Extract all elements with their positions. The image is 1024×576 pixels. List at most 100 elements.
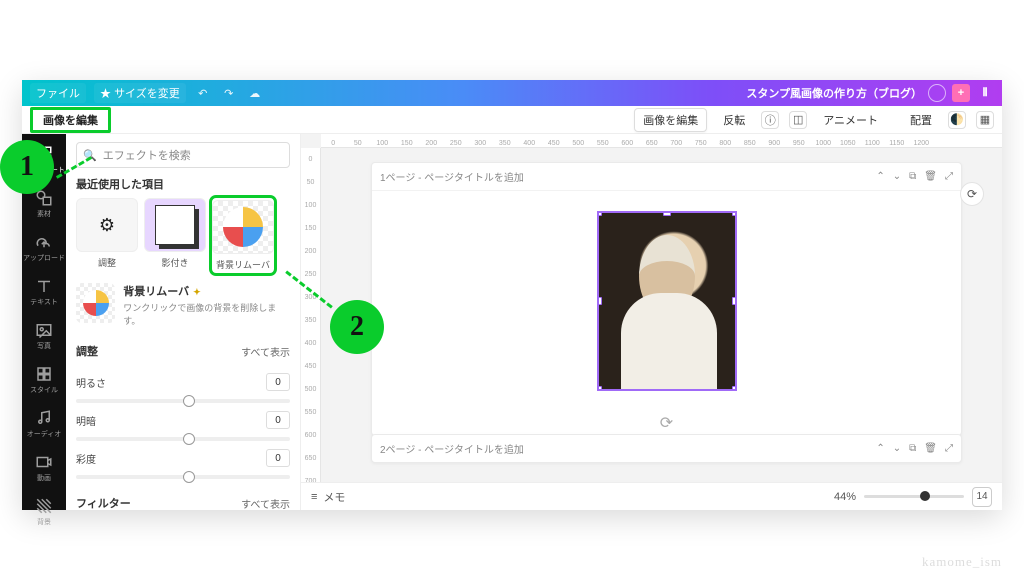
file-menu[interactable]: ファイル bbox=[30, 83, 86, 103]
app-window: ファイル ★ サイズを変更 ↶ ↷ ☁ スタンプ風画像の作り方（ブログ） + ⫴… bbox=[22, 80, 1002, 510]
redo-icon[interactable]: ↷ bbox=[220, 84, 238, 102]
undo-icon[interactable]: ↶ bbox=[194, 84, 212, 102]
transparency-icon[interactable]: 🌓 bbox=[948, 111, 966, 129]
resize-handle[interactable] bbox=[663, 386, 671, 391]
search-input[interactable]: 🔍 エフェクトを検索 bbox=[76, 142, 290, 168]
slider-label: 明るさ bbox=[76, 375, 106, 390]
fullscreen-icon[interactable]: ⤢ bbox=[945, 443, 953, 454]
flip-button[interactable]: 反転 bbox=[717, 109, 751, 131]
nav-upload[interactable]: アップロード bbox=[22, 228, 66, 268]
page-header: 1ページ - ページタイトルを追加 ⌃ ⌄ ⧉ 🗑 ⤢ bbox=[372, 163, 961, 191]
slider-value[interactable]: 0 bbox=[266, 411, 290, 429]
notes-label: メモ bbox=[323, 489, 345, 505]
zoom-slider[interactable] bbox=[864, 495, 964, 498]
slider-knob[interactable] bbox=[183, 395, 195, 407]
nav-background[interactable]: 背景 bbox=[22, 492, 66, 532]
zoom-value[interactable]: 44% bbox=[834, 491, 856, 503]
title-bar: ファイル ★ サイズを変更 ↶ ↷ ☁ スタンプ風画像の作り方（ブログ） + ⫴ bbox=[22, 80, 1002, 106]
nav-label: オーディオ bbox=[27, 429, 62, 439]
edit-image-highlight[interactable]: 画像を編集 bbox=[30, 107, 111, 133]
expand-icon[interactable]: ⌄ bbox=[893, 443, 901, 454]
nav-style[interactable]: スタイル bbox=[22, 360, 66, 400]
slider-value[interactable]: 0 bbox=[266, 449, 290, 467]
avatar[interactable] bbox=[928, 84, 946, 102]
collapse-icon[interactable]: ⌃ bbox=[876, 443, 884, 454]
brightness-track[interactable] bbox=[76, 399, 290, 403]
duplicate-icon[interactable]: ⧉ bbox=[909, 171, 916, 182]
contrast-track[interactable] bbox=[76, 437, 290, 441]
lock-icon[interactable]: ▦ bbox=[976, 111, 994, 129]
animate-button[interactable]: アニメート bbox=[817, 109, 884, 131]
resize-handle[interactable] bbox=[732, 386, 737, 391]
effects-panel: 🔍 エフェクトを検索 最近使用した項目 ⚙ 調整 影付き 背景リムーバ bbox=[66, 134, 301, 510]
resize-handle[interactable] bbox=[732, 297, 737, 305]
share-button[interactable]: + bbox=[952, 84, 970, 102]
canvas-area[interactable]: 0501001502002503003504004505005506006507… bbox=[301, 134, 1002, 510]
document-title[interactable]: スタンプ風画像の作り方（ブログ） bbox=[746, 85, 922, 101]
promo-desc: ワンクリックで画像の背景を削除します。 bbox=[123, 301, 290, 327]
adjust-show-all[interactable]: すべて表示 bbox=[241, 344, 290, 359]
nav-label: 写真 bbox=[37, 341, 51, 351]
bg-remover-promo[interactable]: 背景リムーバ✦ ワンクリックで画像の背景を削除します。 bbox=[76, 283, 290, 327]
resize-handle[interactable] bbox=[732, 211, 737, 216]
callout-badge-1: 1 bbox=[0, 140, 54, 194]
nav-video[interactable]: 動画 bbox=[22, 448, 66, 488]
slider-value[interactable]: 0 bbox=[266, 373, 290, 391]
collapse-icon[interactable]: ⌃ bbox=[876, 171, 884, 182]
reset-view-button[interactable]: ⟳ bbox=[960, 182, 984, 206]
resize-label: サイズを変更 bbox=[114, 88, 180, 100]
ruler-vertical: 0501001502002503003504004505005506006507… bbox=[301, 148, 321, 510]
resize-handle[interactable] bbox=[597, 386, 602, 391]
slider-brightness: 明るさ 0 bbox=[76, 373, 290, 391]
beachball-icon bbox=[223, 207, 263, 247]
edit-image-button[interactable]: 画像を編集 bbox=[634, 108, 707, 132]
resize-handle[interactable] bbox=[597, 211, 602, 216]
slider-contrast: 明暗 0 bbox=[76, 411, 290, 429]
duplicate-icon[interactable]: ⧉ bbox=[909, 443, 916, 454]
slider-knob[interactable] bbox=[183, 433, 195, 445]
nav-audio[interactable]: オーディオ bbox=[22, 404, 66, 444]
insights-icon[interactable]: ⫴ bbox=[976, 84, 994, 102]
saturation-track[interactable] bbox=[76, 475, 290, 479]
thumb-label: 背景リムーバ bbox=[216, 258, 270, 271]
beachball-icon bbox=[83, 290, 109, 316]
recent-thumbs: ⚙ 調整 影付き 背景リムーバ bbox=[76, 198, 290, 273]
watermark: kamome_ism bbox=[922, 554, 1002, 570]
notes-toggle[interactable]: ≡ メモ bbox=[311, 489, 345, 505]
thumb-background-remover[interactable]: 背景リムーバ bbox=[212, 198, 274, 273]
page-2[interactable]: 2ページ - ページタイトルを追加 ⌃ ⌄ ⧉ 🗑 ⤢ bbox=[371, 434, 962, 463]
page-title[interactable]: 2ページ - ページタイトルを追加 bbox=[380, 441, 524, 456]
resize-menu[interactable]: ★ サイズを変更 bbox=[94, 83, 186, 103]
slider-knob[interactable] bbox=[183, 471, 195, 483]
nav-label: アップロード bbox=[23, 253, 65, 263]
page-title[interactable]: 1ページ - ページタイトルを追加 bbox=[380, 169, 524, 184]
nav-label: 背景 bbox=[37, 517, 51, 527]
nav-label: スタイル bbox=[30, 385, 58, 395]
page-count-button[interactable]: 14 bbox=[972, 487, 992, 507]
selected-image[interactable] bbox=[597, 211, 737, 391]
thumb-shadow[interactable]: 影付き bbox=[144, 198, 206, 273]
expand-icon[interactable]: ⌄ bbox=[893, 171, 901, 182]
resize-handle[interactable] bbox=[597, 297, 602, 305]
fullscreen-icon[interactable]: ⤢ bbox=[945, 171, 953, 182]
page-body[interactable] bbox=[372, 191, 961, 411]
delete-icon[interactable]: 🗑 bbox=[924, 443, 937, 454]
nav-label: テキスト bbox=[30, 297, 58, 307]
page-1[interactable]: 1ページ - ページタイトルを追加 ⌃ ⌄ ⧉ 🗑 ⤢ bbox=[371, 162, 962, 436]
crop-icon[interactable]: ◫ bbox=[789, 111, 807, 129]
nav-photo[interactable]: 写真 bbox=[22, 316, 66, 356]
delete-icon[interactable]: 🗑 bbox=[924, 171, 937, 182]
zoom-knob[interactable] bbox=[920, 491, 930, 501]
search-placeholder: エフェクトを検索 bbox=[103, 147, 191, 163]
slider-label: 明暗 bbox=[76, 413, 96, 428]
sliders-icon: ⚙ bbox=[99, 215, 115, 236]
thumb-label: 調整 bbox=[98, 256, 116, 269]
ruler-horizontal: 0501001502002503003504004505005506006507… bbox=[321, 134, 1002, 148]
thumb-label: 影付き bbox=[161, 256, 188, 269]
nav-text[interactable]: テキスト bbox=[22, 272, 66, 312]
filter-show-all[interactable]: すべて表示 bbox=[241, 496, 290, 511]
thumb-adjust[interactable]: ⚙ 調整 bbox=[76, 198, 138, 273]
resize-handle[interactable] bbox=[663, 211, 671, 216]
info-icon[interactable]: ⓘ bbox=[761, 111, 779, 129]
arrange-button[interactable]: 配置 bbox=[904, 109, 938, 131]
